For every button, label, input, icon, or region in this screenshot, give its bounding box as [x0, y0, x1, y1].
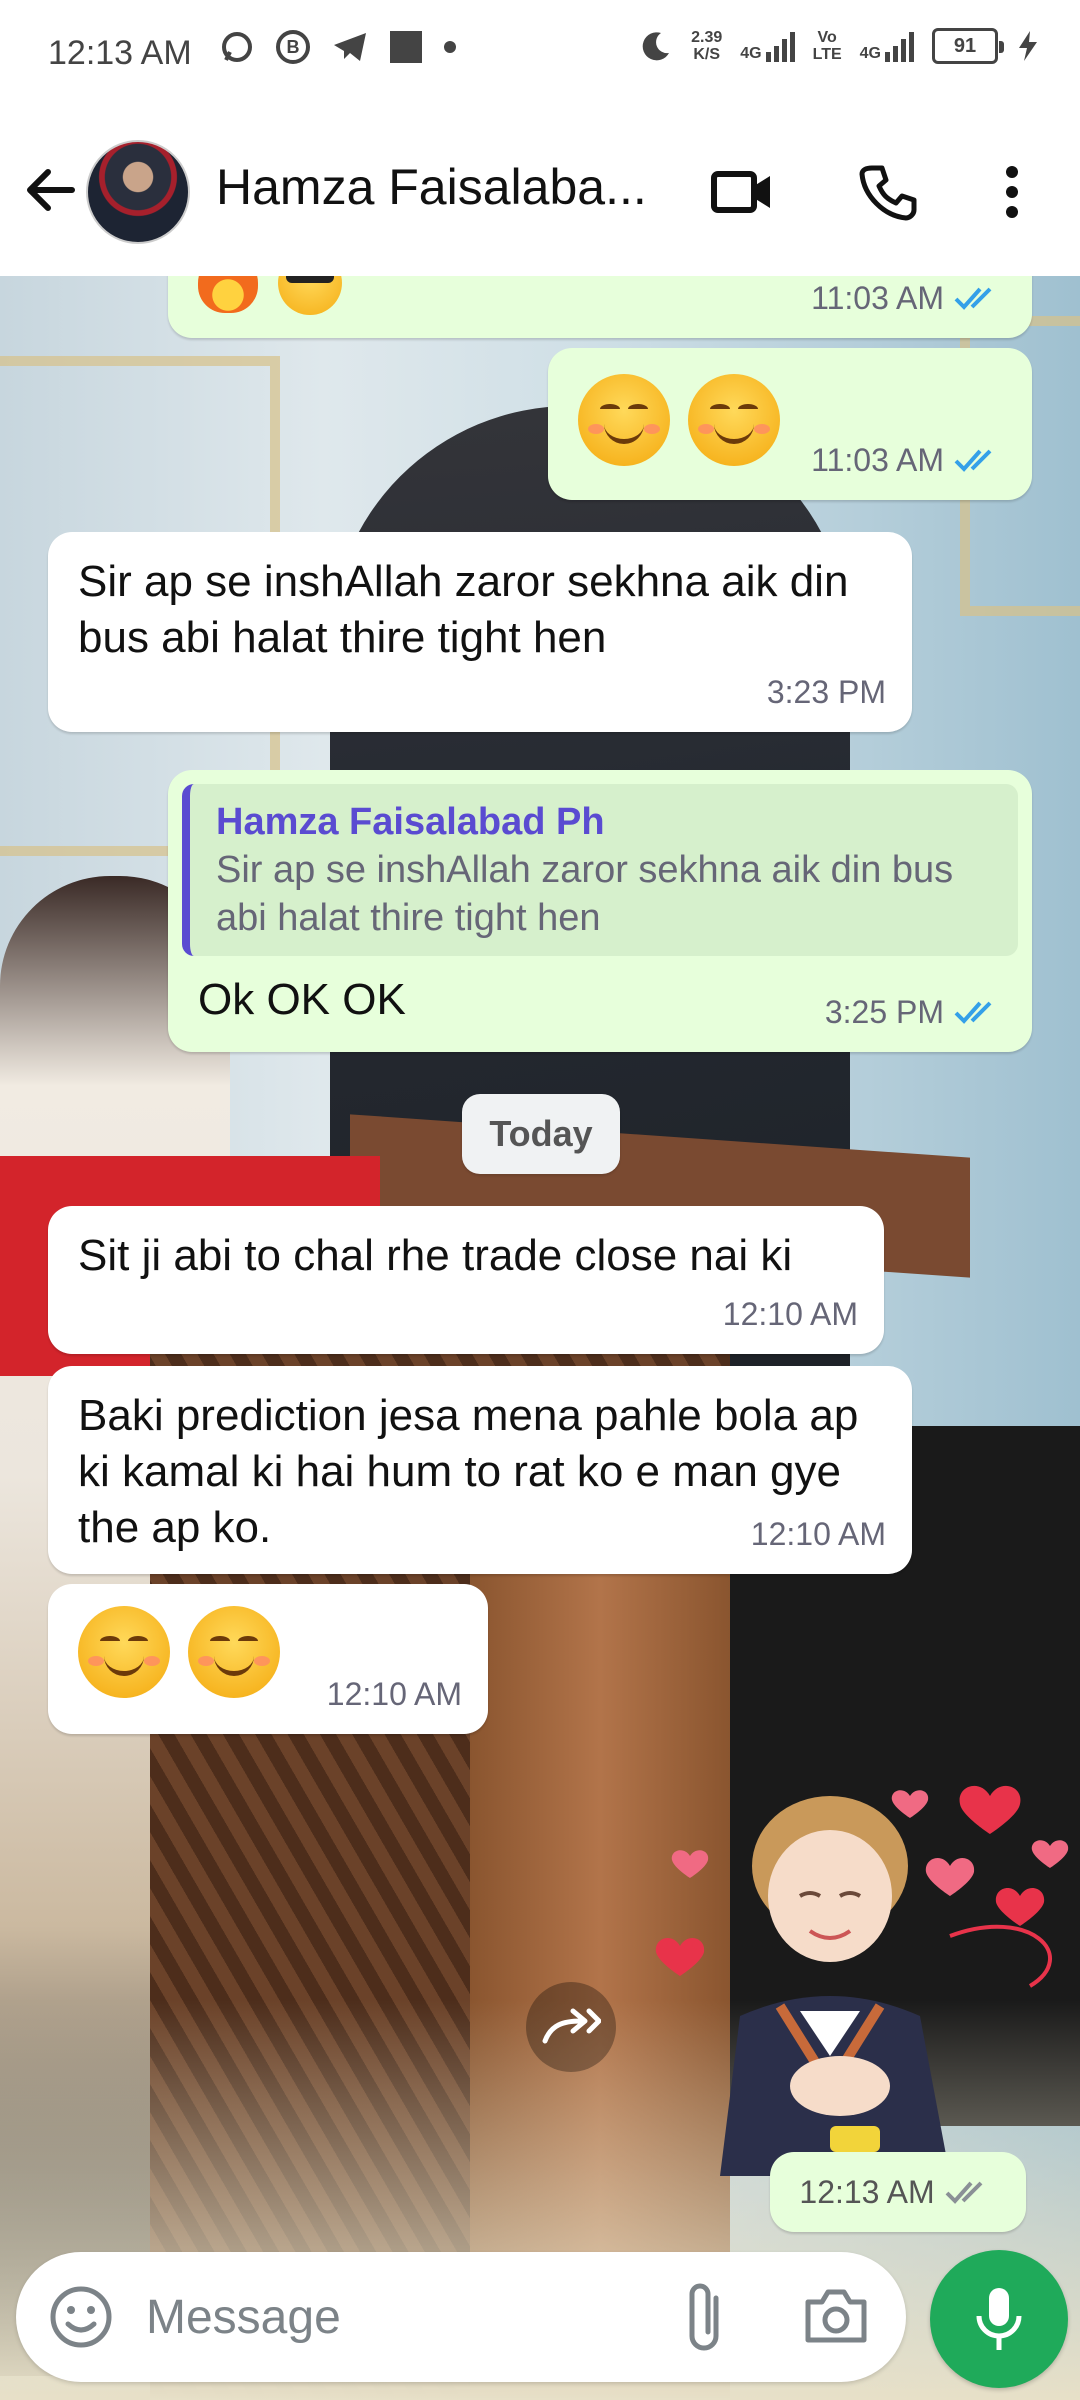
status-bar: 12:13 AM B 2.39 K/S 4G Vo LTE 4G 91	[0, 0, 1080, 108]
quoted-author: Hamza Faisalabad Ph	[216, 801, 605, 843]
message-bubble-incoming[interactable]: Sir ap se inshAllah zaror sekhna aik din…	[48, 532, 912, 732]
quoted-text: Sir ap se inshAllah zaror sekhna aik din…	[216, 849, 954, 939]
message-meta: 3:25 PM	[825, 984, 1006, 1040]
message-time: 12:10 AM	[722, 1296, 858, 1332]
smiling-face-emoji-icon	[578, 374, 670, 466]
message-meta-sticker: 12:13 AM	[770, 2152, 1026, 2232]
network-speed-value: 2.39	[691, 29, 723, 46]
message-time: 12:13 AM	[799, 2173, 935, 2210]
whatsapp-icon	[222, 32, 252, 62]
system-icons: 2.39 K/S 4G Vo LTE 4G 91	[639, 28, 1040, 64]
message-bubble-outgoing[interactable]: 11:03 AM	[548, 348, 1032, 500]
message-time: 11:03 AM	[811, 442, 944, 478]
smiling-face-emoji-icon	[688, 374, 781, 466]
network-speed-unit: K/S	[693, 46, 721, 63]
voice-call-button[interactable]	[852, 156, 924, 228]
camera-icon[interactable]	[802, 2284, 870, 2348]
more-vertical-icon	[1006, 166, 1018, 218]
more-options-button[interactable]	[976, 156, 1048, 228]
notification-icons: B	[220, 30, 456, 64]
message-meta: 12:10 AM	[723, 1286, 858, 1342]
voice-message-button[interactable]	[930, 2250, 1068, 2388]
message-meta: 11:03 AM	[811, 432, 1006, 488]
chat-header: Hamza Faisalaba...	[0, 108, 1080, 276]
quoted-message[interactable]: Hamza Faisalabad Ph Sir ap se inshAllah …	[182, 784, 1018, 956]
signal-bars-icon	[765, 30, 795, 62]
status-time: 12:13 AM	[48, 34, 192, 72]
forward-arrow-icon	[542, 2008, 601, 2044]
gallery-icon	[390, 31, 422, 63]
message-meta: 3:23 PM	[767, 664, 886, 720]
message-bubble-outgoing-reply[interactable]: Hamza Faisalabad Ph Sir ap se inshAllah …	[168, 770, 1032, 1052]
b-app-icon: B	[276, 30, 310, 64]
sim2-network-type: 4G	[859, 45, 881, 62]
fire-emoji-icon	[198, 276, 258, 314]
microphone-icon	[976, 2288, 1022, 2350]
message-time: 3:25 PM	[824, 994, 944, 1030]
smiling-face-emoji-icon	[188, 1606, 281, 1698]
message-time: 11:03 AM	[811, 280, 944, 316]
more-notifications-dot	[444, 41, 456, 53]
chat-area[interactable]: 11:03 AM 11:03 AM Sir ap se inshAllah za…	[0, 276, 1080, 2400]
battery-level: 91	[953, 34, 977, 57]
signal-bars-icon	[885, 30, 914, 62]
phone-icon	[859, 165, 917, 221]
double-check-read-icon	[954, 287, 992, 310]
volte-label-top: Vo	[817, 29, 837, 46]
emoji-picker-icon[interactable]	[46, 2282, 116, 2352]
do-not-disturb-moon-icon	[642, 32, 670, 61]
message-bubble-incoming[interactable]: Sit ji abi to chal rhe trade close nai k…	[48, 1206, 884, 1354]
whatsapp-chat-screen: 12:13 AM B 2.39 K/S 4G Vo LTE 4G 91 Hamz…	[0, 0, 1080, 2400]
message-time: 12:10 AM	[326, 1676, 462, 1712]
video-camera-icon	[711, 171, 770, 213]
smiling-face-emoji-icon	[78, 1606, 170, 1698]
sim1-signal: 4G	[740, 30, 795, 62]
sticker-image[interactable]	[650, 1756, 1080, 2176]
video-call-button[interactable]	[706, 156, 778, 228]
forward-button[interactable]	[526, 1982, 616, 2072]
charging-bolt-icon	[1019, 31, 1037, 61]
message-time: 12:10 AM	[750, 1516, 886, 1552]
sim1-network-type: 4G	[740, 45, 762, 62]
sim2-signal: 4G	[860, 30, 914, 62]
message-text: Sit ji abi to chal rhe trade close nai k…	[78, 1231, 793, 1280]
network-speed: 2.39 K/S	[691, 29, 722, 63]
sunglasses-emoji-icon	[278, 276, 343, 316]
double-check-read-icon	[954, 1001, 992, 1024]
battery-icon: 91	[932, 28, 1004, 64]
message-meta: 12:10 AM	[327, 1666, 462, 1722]
contact-name[interactable]: Hamza Faisalaba...	[216, 158, 676, 216]
volte-label-bottom: LTE	[812, 46, 842, 63]
message-meta: 12:10 AM	[751, 1506, 886, 1562]
message-bubble-incoming[interactable]: Baki prediction jesa mena pahle bola ap …	[48, 1366, 912, 1574]
contact-avatar[interactable]	[86, 140, 190, 244]
back-arrow-icon[interactable]	[22, 162, 78, 218]
message-bubble-outgoing[interactable]: 11:03 AM	[168, 276, 1032, 338]
attachment-paperclip-icon[interactable]	[676, 2280, 736, 2356]
message-bubble-incoming[interactable]: 12:10 AM	[48, 1584, 488, 1734]
volte-indicator: Vo LTE	[813, 29, 842, 63]
date-divider: Today	[462, 1094, 620, 1174]
message-text: Sir ap se inshAllah zaror sekhna aik din…	[78, 557, 849, 662]
message-composer	[16, 2252, 906, 2382]
message-meta: 11:03 AM	[811, 276, 1006, 326]
double-check-delivered-icon	[945, 2181, 983, 2204]
message-time: 3:23 PM	[766, 674, 886, 710]
double-check-read-icon	[954, 449, 992, 472]
message-input[interactable]	[144, 2284, 644, 2350]
sticker-face	[768, 1830, 892, 1962]
telegram-icon	[334, 33, 366, 61]
